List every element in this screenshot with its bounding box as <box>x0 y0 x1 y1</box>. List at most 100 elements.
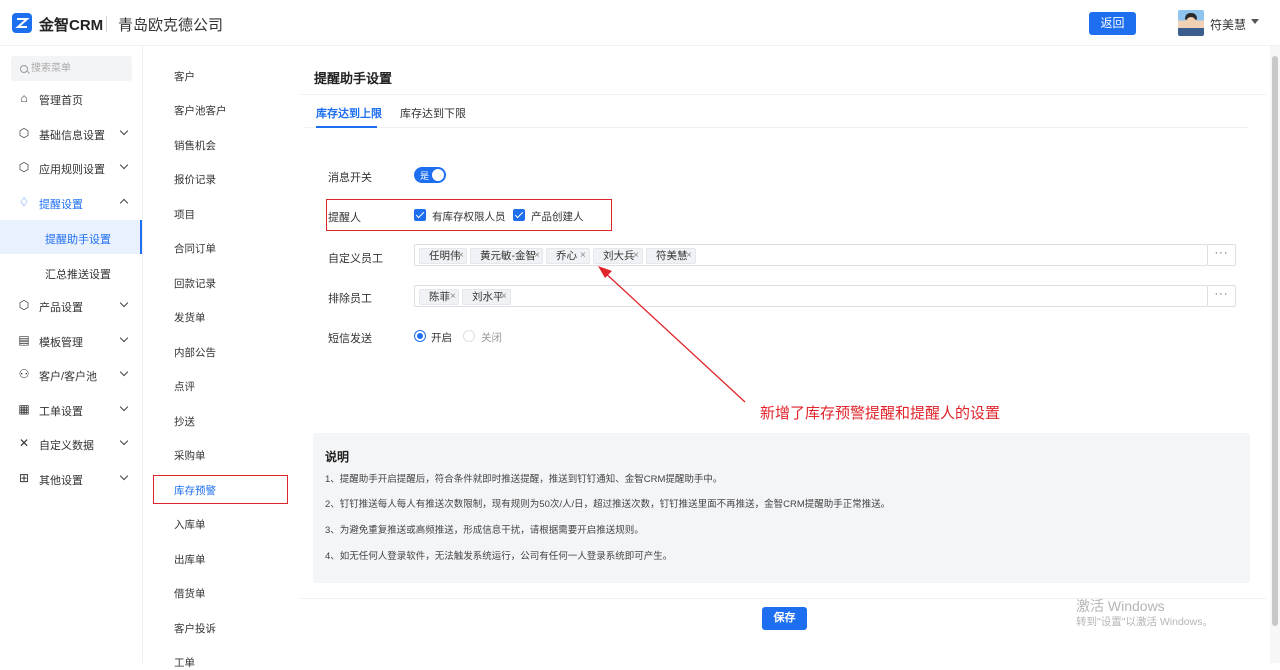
module-item[interactable]: 采购单 <box>174 448 206 463</box>
tag-text: 陈菲 <box>429 291 450 303</box>
sidebar-item-label: 工单设置 <box>39 406 83 418</box>
sidebar-item-reminder[interactable]: ♢ 提醒设置 <box>0 188 142 218</box>
module-item[interactable]: 客户投诉 <box>174 621 216 636</box>
chevron-down-icon <box>119 333 129 343</box>
module-item[interactable]: 项目 <box>174 207 195 222</box>
bell-icon: ♢ <box>18 195 30 209</box>
top-header: 金智CRM 青岛欧克德公司 返回 符美慧 <box>0 0 1280 46</box>
more-button[interactable]: ··· <box>1208 244 1236 266</box>
module-item[interactable]: 客户 <box>174 69 195 84</box>
module-item[interactable]: 客户池客户 <box>174 103 227 118</box>
sidebar-item-template[interactable]: ▤ 模板管理 <box>0 326 142 356</box>
module-item[interactable]: 入库单 <box>174 517 206 532</box>
chevron-down-icon <box>119 126 129 136</box>
module-item[interactable]: 销售机会 <box>174 138 216 153</box>
tab-stock-lower-limit[interactable]: 库存达到下限 <box>400 105 466 121</box>
notes-line: 1、提醒助手开启提醒后，符合条件就即时推送提醒，推送到钉钉通知、金智CRM提醒助… <box>325 474 723 485</box>
cube-icon: ⬡ <box>18 126 30 140</box>
module-item[interactable]: 抄送 <box>174 414 195 429</box>
msg-switch-toggle[interactable]: 是 <box>414 167 446 183</box>
checkbox-stock-permission[interactable] <box>414 209 426 221</box>
more-button[interactable]: ··· <box>1208 285 1236 307</box>
tag-text: 黄元敏-金智 <box>480 250 536 262</box>
module-item[interactable]: 发货单 <box>174 310 206 325</box>
radio-sms-off[interactable] <box>463 330 475 342</box>
user-icon: ⚇ <box>18 367 30 381</box>
annotation-text: 新增了库存预警提醒和提醒人的设置 <box>760 404 1001 422</box>
module-item[interactable]: 报价记录 <box>174 172 216 187</box>
username[interactable]: 符美慧 <box>1210 16 1246 33</box>
document-icon: ▦ <box>18 402 30 416</box>
module-item[interactable]: 出库单 <box>174 552 206 567</box>
sidebar-item-product[interactable]: ⬡ 产品设置 <box>0 291 142 321</box>
tabs-divider <box>305 127 1248 128</box>
chevron-down-icon <box>119 402 129 412</box>
module-item[interactable]: 点评 <box>174 379 195 394</box>
save-button[interactable]: 保存 <box>762 607 807 630</box>
staff-tag: 乔心 × <box>546 248 590 264</box>
sidebar-item-home[interactable]: ⌂ 管理首页 <box>0 84 142 114</box>
reminder-label: 提醒人 <box>328 212 361 224</box>
scrollbar[interactable] <box>1270 46 1280 663</box>
checkbox-product-creator[interactable] <box>513 209 525 221</box>
chevron-down-icon <box>119 160 129 170</box>
close-icon[interactable]: × <box>534 249 540 263</box>
chevron-down-icon <box>119 298 129 308</box>
toggle-text: 是 <box>420 171 430 181</box>
close-icon[interactable]: × <box>501 290 507 304</box>
notes-panel: 说明 1、提醒助手开启提醒后，符合条件就即时推送提醒，推送到钉钉通知、金智CRM… <box>313 433 1250 583</box>
search-input[interactable] <box>11 56 132 81</box>
tab-stock-upper-limit[interactable]: 库存达到上限 <box>316 105 382 121</box>
windows-watermark-hint: 转到"设置"以激活 Windows。 <box>1076 616 1213 628</box>
sidebar-item-app-rules[interactable]: ⬡ 应用规则设置 <box>0 153 142 183</box>
close-icon[interactable]: × <box>580 249 586 263</box>
sidebar-item-label: 提醒设置 <box>39 199 83 211</box>
module-item[interactable]: 借货单 <box>174 586 206 601</box>
submenu-item-label: 汇总推送设置 <box>45 269 111 281</box>
notes-line: 2、钉钉推送每人每人有推送次数限制，现有规则为50次/人/日，超过推送次数，钉钉… <box>325 499 891 510</box>
sidebar-item-other[interactable]: ⊞ 其他设置 <box>0 464 142 494</box>
highlight-box-inventory-warning <box>153 475 288 504</box>
close-icon[interactable]: × <box>450 290 456 304</box>
avatar[interactable] <box>1178 10 1204 36</box>
checkbox-label: 有库存权限人员 <box>432 211 506 223</box>
sidebar-item-custom-data[interactable]: ✕ 自定义数据 <box>0 429 142 459</box>
notes-line: 3、为避免重复推送或高频推送，形成信息干扰，请根据需要开启推送规则。 <box>325 525 644 536</box>
custom-staff-label: 自定义员工 <box>328 253 383 265</box>
close-icon[interactable]: × <box>458 249 464 263</box>
sidebar-item-customer[interactable]: ⚇ 客户/客户池 <box>0 360 142 390</box>
search-icon <box>20 65 28 73</box>
company-name: 青岛欧克德公司 <box>118 17 224 34</box>
divider <box>300 94 1266 95</box>
module-item[interactable]: 内部公告 <box>174 345 216 360</box>
module-item[interactable]: 合同订单 <box>174 241 216 256</box>
module-item[interactable]: 回款记录 <box>174 276 216 291</box>
sidebar-item-basic-info[interactable]: ⬡ 基础信息设置 <box>0 119 142 149</box>
submenu-item-summary-push[interactable]: 汇总推送设置 <box>0 255 142 289</box>
notes-line: 4、如无任何人登录软件，无法触发系统运行，公司有任何一人登录系统即可产生。 <box>325 551 673 562</box>
tag-text: 刘水平 <box>472 291 504 303</box>
radio-sms-on[interactable] <box>414 330 426 342</box>
chevron-down-icon <box>119 471 129 481</box>
staff-tag: 黄元敏-金智 × <box>470 248 543 264</box>
sidebar-item-workorder[interactable]: ▦ 工单设置 <box>0 395 142 425</box>
back-button[interactable]: 返回 <box>1089 12 1136 35</box>
notes-title: 说明 <box>325 450 350 464</box>
grid-icon: ⊞ <box>18 471 30 485</box>
windows-watermark-title: 激活 Windows <box>1076 598 1165 614</box>
sidebar-item-label: 客户/客户池 <box>39 371 98 383</box>
brand-divider <box>106 16 107 32</box>
tag-text: 任明伟 <box>429 250 461 262</box>
home-icon: ⌂ <box>20 91 28 105</box>
sidebar-item-label: 自定义数据 <box>39 440 94 452</box>
chevron-up-icon <box>119 198 129 208</box>
submenu-item-reminder-assistant[interactable]: 提醒助手设置 <box>0 220 142 254</box>
caret-down-icon[interactable] <box>1251 19 1259 24</box>
exclude-staff-label: 排除员工 <box>328 293 372 305</box>
scrollbar-thumb[interactable] <box>1272 56 1278 626</box>
sidebar-item-label: 模板管理 <box>39 337 83 349</box>
staff-tag: 陈菲 × <box>419 289 459 305</box>
exclude-staff-input[interactable]: 陈菲 × 刘水平 × <box>414 285 1208 307</box>
radio-label: 关闭 <box>481 332 502 344</box>
custom-staff-input[interactable]: 任明伟 × 黄元敏-金智 × 乔心 × 刘大兵 × 符美慧 × <box>414 244 1208 266</box>
